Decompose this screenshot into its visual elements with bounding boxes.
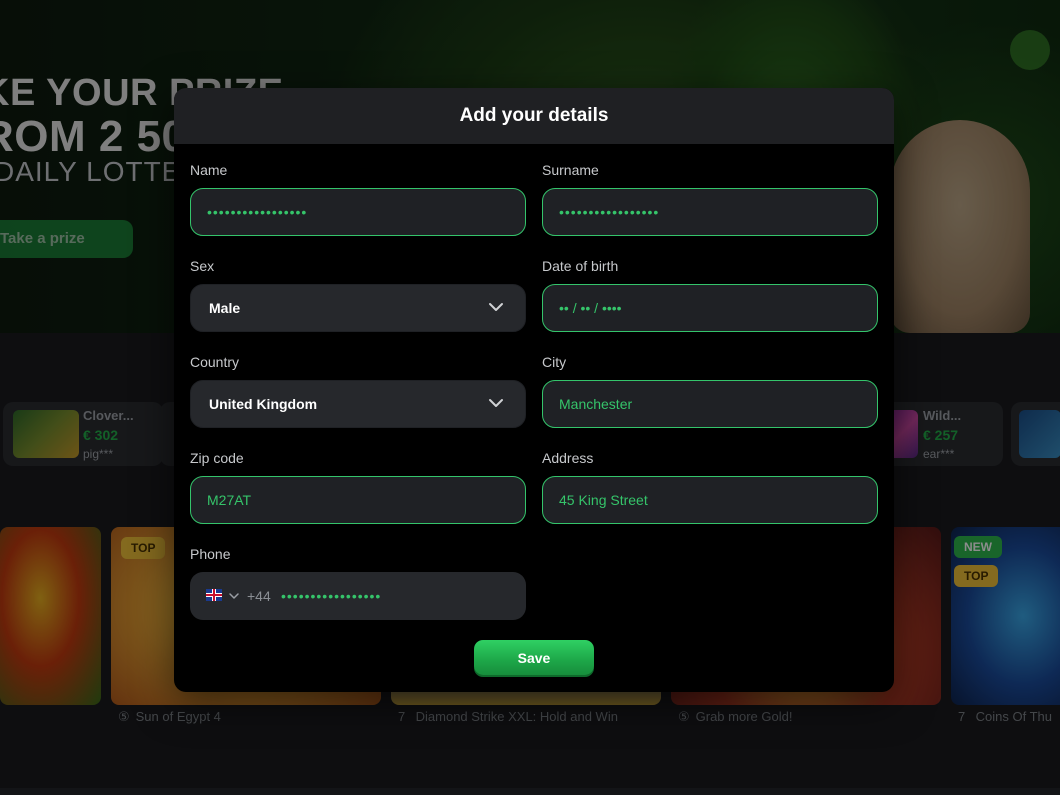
chevron-down-icon bbox=[489, 303, 503, 311]
chevron-down-icon[interactable] bbox=[228, 590, 240, 602]
name-input[interactable]: ••••••••••••••••• bbox=[190, 188, 526, 236]
phone-country-code: +44 bbox=[247, 588, 271, 604]
add-details-modal: Add your details Name ••••••••••••••••• … bbox=[174, 88, 894, 692]
name-label: Name bbox=[190, 162, 228, 178]
uk-flag-icon[interactable] bbox=[206, 589, 222, 601]
phone-input[interactable]: ••••••••••••••••• bbox=[281, 572, 381, 620]
surname-input[interactable]: ••••••••••••••••• bbox=[542, 188, 878, 236]
dob-input[interactable]: •• / •• / •••• bbox=[542, 284, 878, 332]
chevron-down-icon bbox=[489, 399, 503, 407]
modal-title: Add your details bbox=[174, 88, 894, 144]
country-value: United Kingdom bbox=[209, 396, 318, 412]
zip-label: Zip code bbox=[190, 450, 244, 466]
dob-field: Date of birth •• / •• / •••• bbox=[542, 256, 878, 332]
country-label: Country bbox=[190, 354, 240, 370]
dob-label: Date of birth bbox=[542, 258, 619, 274]
address-field: Address 45 King Street bbox=[542, 448, 878, 524]
zip-field: Zip code M27AT bbox=[190, 448, 526, 524]
address-label: Address bbox=[542, 450, 594, 466]
country-select[interactable]: United Kingdom bbox=[190, 380, 526, 428]
country-field: Country United Kingdom bbox=[190, 352, 526, 428]
name-field: Name ••••••••••••••••• bbox=[190, 160, 526, 236]
zip-input[interactable]: M27AT bbox=[190, 476, 526, 524]
sex-value: Male bbox=[209, 300, 241, 316]
sex-label: Sex bbox=[190, 258, 215, 274]
phone-field: Phone +44 ••••••••••••••••• bbox=[190, 544, 526, 620]
city-field: City Manchester bbox=[542, 352, 878, 428]
address-input[interactable]: 45 King Street bbox=[542, 476, 878, 524]
phone-input-group: +44 ••••••••••••••••• bbox=[190, 572, 526, 620]
sex-select[interactable]: Male bbox=[190, 284, 526, 332]
city-label: City bbox=[542, 354, 567, 370]
city-input[interactable]: Manchester bbox=[542, 380, 878, 428]
surname-field: Surname ••••••••••••••••• bbox=[542, 160, 878, 236]
sex-field: Sex Male bbox=[190, 256, 526, 332]
phone-label: Phone bbox=[190, 546, 231, 562]
save-button[interactable]: Save bbox=[474, 640, 594, 675]
surname-label: Surname bbox=[542, 162, 599, 178]
